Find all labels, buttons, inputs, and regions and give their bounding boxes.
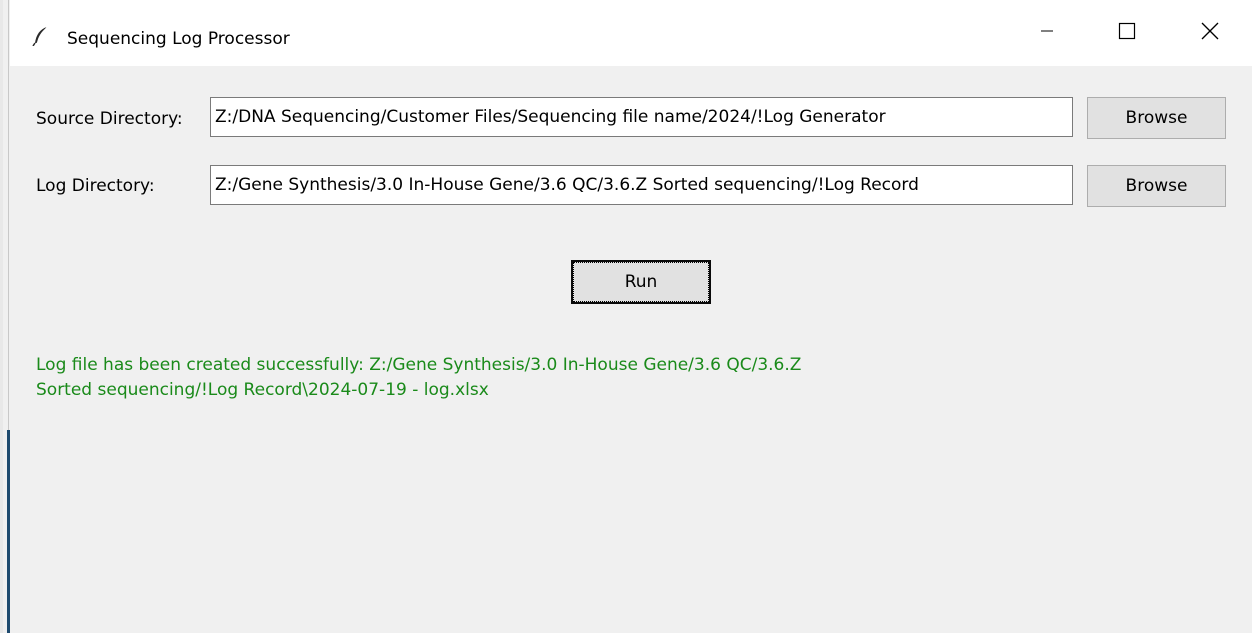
close-button[interactable] [1170,0,1250,66]
run-button-label: Run [573,262,709,302]
window-edge [0,0,3,633]
source-directory-input[interactable] [210,97,1073,137]
source-browse-button[interactable]: Browse [1087,97,1226,139]
close-icon [1201,22,1219,44]
source-directory-label: Source Directory: [36,109,183,129]
title-bar[interactable]: Sequencing Log Processor [10,0,1252,66]
window-title: Sequencing Log Processor [67,29,290,49]
main-content: Source Directory: Browse Log Directory: … [10,66,1252,633]
log-directory-label: Log Directory: [36,176,155,196]
maximize-icon [1118,22,1136,44]
minimize-icon [1039,23,1055,43]
maximize-button[interactable] [1087,0,1167,66]
status-message: Log file has been created successfully: … [36,353,1136,403]
status-line-2: Sorted sequencing/!Log Record\2024-07-19… [36,380,489,400]
log-browse-button[interactable]: Browse [1087,165,1226,207]
log-directory-input[interactable] [210,165,1073,205]
window-edge-line [8,0,9,430]
status-line-1: Log file has been created successfully: … [36,355,802,375]
run-button[interactable]: Run [571,260,711,304]
app-window: Sequencing Log Processor Source Director… [0,0,1252,633]
minimize-button[interactable] [1007,0,1087,66]
feather-icon [32,26,50,47]
